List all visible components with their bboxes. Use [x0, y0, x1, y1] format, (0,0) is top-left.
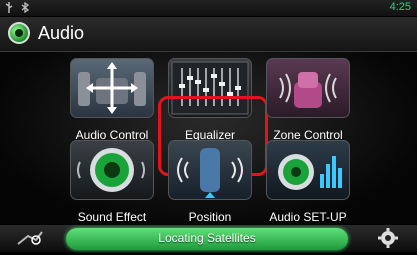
gps-status-bar[interactable]: Locating Satellites: [66, 228, 348, 250]
audio-control-button[interactable]: Audio Control: [70, 58, 154, 142]
bottom-bar: Locating Satellites: [0, 225, 417, 252]
audio-setup-icon: [266, 140, 350, 200]
gps-status-text: Locating Satellites: [158, 231, 256, 245]
audio-menu: Audio Control Equalizer Zone Control Sou…: [0, 52, 417, 224]
speaker-icon: [70, 140, 154, 200]
bluetooth-icon: [21, 2, 30, 13]
seat-position-icon: [168, 140, 252, 200]
speaker-icon: [8, 22, 30, 44]
usb-icon: [5, 2, 13, 13]
tile-label: Audio SET-UP: [269, 210, 347, 224]
zone-control-icon: [266, 58, 350, 118]
navigation-button[interactable]: [14, 226, 46, 250]
settings-button[interactable]: [372, 226, 404, 250]
audio-control-icon: [70, 58, 154, 118]
audio-setup-button[interactable]: Audio SET-UP: [266, 140, 350, 224]
position-button[interactable]: Position: [168, 140, 252, 224]
zone-control-button[interactable]: Zone Control: [266, 58, 350, 142]
navigation-icon: [17, 231, 43, 245]
gear-icon: [378, 228, 398, 248]
status-bar: 4:25: [0, 0, 417, 16]
page-title: Audio: [38, 23, 85, 43]
title-bar: Audio: [0, 17, 417, 52]
sound-effect-button[interactable]: Sound Effect: [70, 140, 154, 224]
clock: 4:25: [389, 1, 411, 13]
